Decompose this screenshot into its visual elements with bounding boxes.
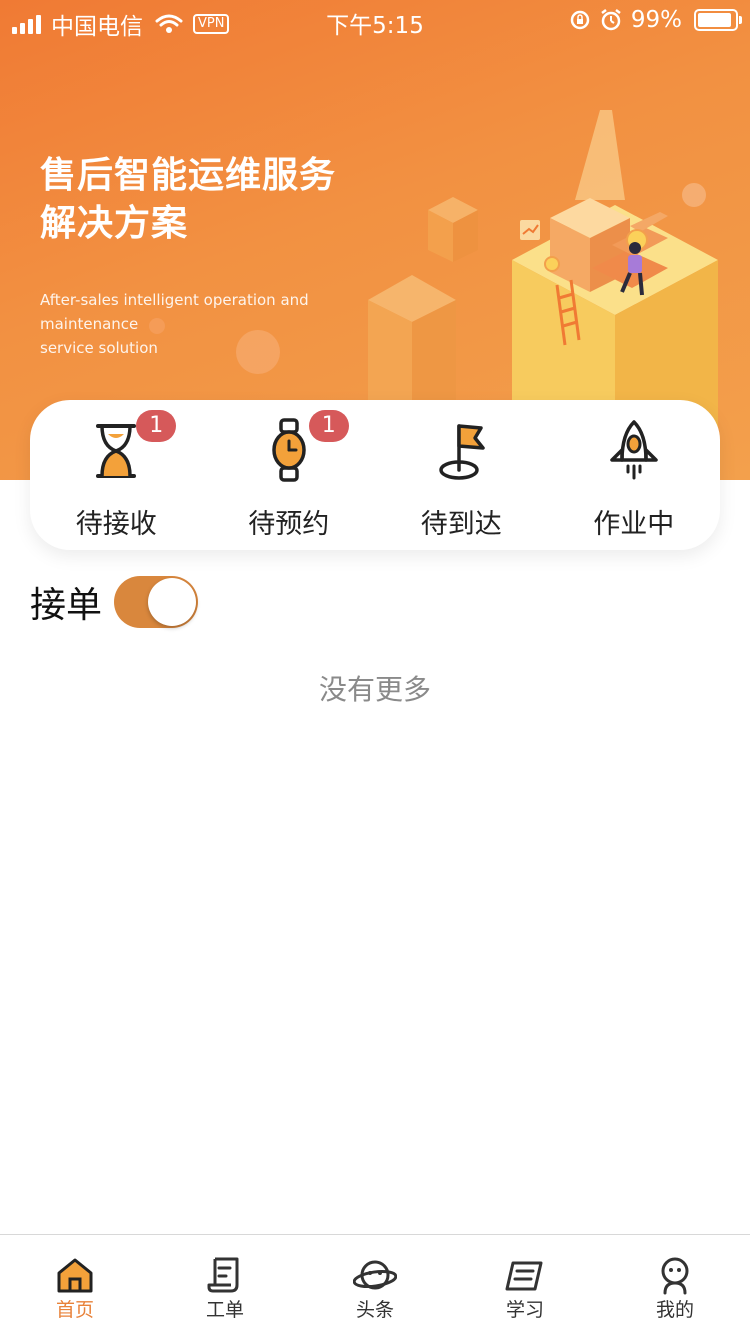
toggle-knob xyxy=(148,578,197,626)
status-tab-in-progress[interactable]: 作业中 xyxy=(548,400,721,550)
carrier-name: 中国电信 xyxy=(51,14,143,40)
work-order-icon xyxy=(207,1257,239,1293)
accept-orders-label: 接单 xyxy=(30,585,103,626)
planet-icon xyxy=(353,1260,397,1290)
battery-icon xyxy=(694,9,742,31)
tab-label-home: 首页 xyxy=(55,1299,94,1321)
alarm-icon xyxy=(601,9,621,31)
tab-headlines[interactable]: 头条 xyxy=(300,1235,450,1335)
vpn-badge: VPN xyxy=(193,14,230,34)
signal-icon xyxy=(12,14,41,34)
hero-title-line2: 解决方案 xyxy=(40,203,189,244)
book-icon xyxy=(505,1261,543,1291)
hero-title-line1: 售后智能运维服务 xyxy=(40,155,337,196)
status-label-pending-arrival: 待到达 xyxy=(420,509,502,540)
hero-subtitle: After-sales intelligent operation and ma… xyxy=(40,288,380,360)
hero-subtitle-line2: service solution xyxy=(40,339,158,357)
status-tab-pending-receive[interactable]: 1 待接收 xyxy=(30,400,203,550)
order-status-card: 1 待接收 1 待预约 待到达 作业中 xyxy=(30,400,720,550)
hero-subtitle-line1: After-sales intelligent operation and ma… xyxy=(40,291,309,333)
status-tab-pending-appointment[interactable]: 1 待预约 xyxy=(203,400,376,550)
status-tab-pending-arrival[interactable]: 待到达 xyxy=(375,400,548,550)
tab-learning[interactable]: 学习 xyxy=(450,1235,600,1335)
status-bar: 中国电信 VPN 下午5:15 99% xyxy=(0,0,750,40)
tab-home[interactable]: 首页 xyxy=(0,1235,150,1335)
status-label-pending-receive: 待接收 xyxy=(75,509,157,540)
accept-orders-row: 接单 xyxy=(30,572,199,632)
status-label-pending-appointment: 待预约 xyxy=(248,509,330,540)
no-more-text: 没有更多 xyxy=(318,673,431,706)
tab-label-headlines: 头条 xyxy=(355,1299,394,1321)
flag-icon xyxy=(439,424,485,480)
pending-appointment-badge: 1 xyxy=(308,410,349,442)
pending-receive-badge: 1 xyxy=(136,410,177,442)
tab-label-mine: 我的 xyxy=(655,1299,694,1321)
home-icon xyxy=(57,1258,93,1293)
wifi-icon xyxy=(155,14,183,33)
tab-work-order[interactable]: 工单 xyxy=(150,1235,300,1335)
tab-label-learning: 学习 xyxy=(505,1299,544,1321)
rotation-lock-icon xyxy=(570,10,590,30)
status-label-in-progress: 作业中 xyxy=(593,509,675,540)
tab-mine[interactable]: 我的 xyxy=(600,1235,750,1335)
rocket-icon xyxy=(610,420,658,480)
accept-orders-toggle[interactable] xyxy=(114,576,199,628)
profile-icon xyxy=(661,1257,689,1295)
hero-title: 售后智能运维服务 解决方案 xyxy=(40,152,380,248)
bottom-tab-bar: 首页 工单 头条 学习 我的 xyxy=(0,1234,750,1335)
tab-label-work-order: 工单 xyxy=(205,1299,244,1321)
battery-percent: 99% xyxy=(630,7,682,33)
